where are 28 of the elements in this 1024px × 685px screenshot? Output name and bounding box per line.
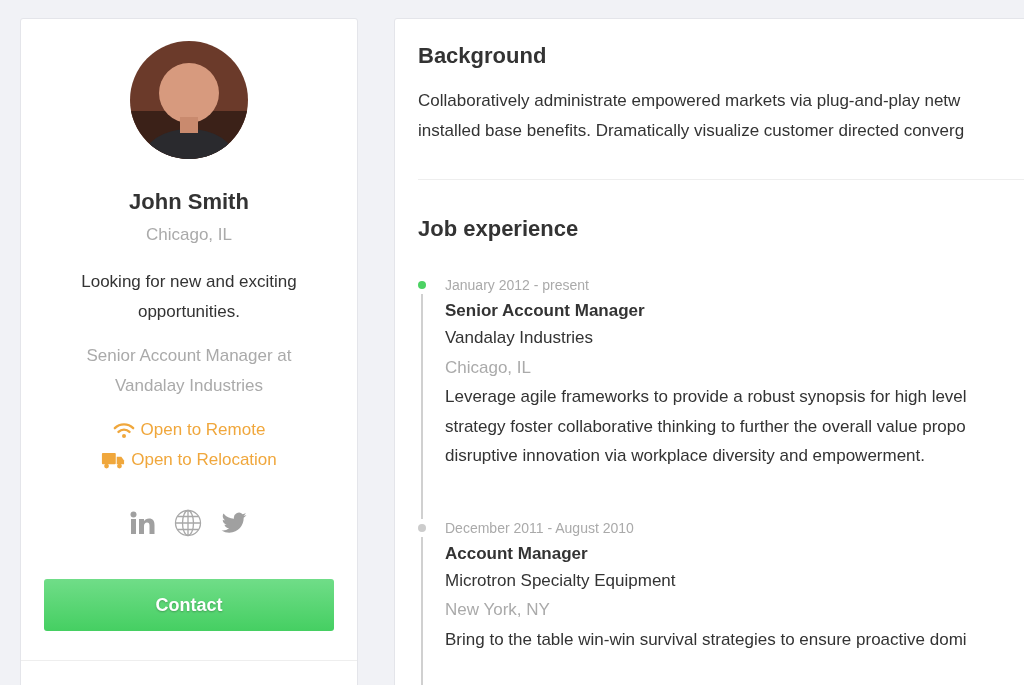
body-text: Bring to the table win-win survival strategies to ensure proactive domi <box>445 628 967 651</box>
contact-button[interactable]: Contact <box>44 579 334 631</box>
section-heading: Job experience <box>418 216 580 242</box>
location-text: Chicago, IL <box>146 224 232 246</box>
body-text: Collaboratively administrate empowered markets via plug-and-play netw <box>418 90 962 112</box>
company-name: Microtron Specialty Equipment <box>445 569 677 592</box>
body-text: installed base benefits. Dramatically visualize customer directed converg <box>418 119 966 142</box>
person-name: John Smith <box>129 188 249 216</box>
body-text: strategy foster collaborative thinking to further the overall value propo <box>445 415 967 438</box>
job-title: Account Manager <box>445 542 589 565</box>
job-title: Senior Account Manager <box>445 300 646 322</box>
location-text: Chicago, IL <box>445 356 532 379</box>
truck-icon <box>101 451 126 469</box>
location-text: New York, NY <box>445 599 551 621</box>
body-text: disruptive innovation via workplace diversity and empowerment. <box>445 445 926 467</box>
date-range: December 2011 - August 2010 <box>445 518 635 537</box>
wifi-icon <box>112 421 135 439</box>
preference-label: Open to Relocation <box>131 450 277 470</box>
preference-label: Open to Remote <box>140 420 266 440</box>
section-heading: Background <box>418 43 548 69</box>
bird-icon[interactable] <box>220 511 248 535</box>
position-text: Senior Account Manager at Vandalay Industries <box>85 345 293 397</box>
linkedin-icon[interactable] <box>130 511 156 535</box>
company-name: Vandalay Industries <box>445 327 595 349</box>
globe-icon[interactable] <box>174 509 202 537</box>
date-range: January 2012 - present <box>445 276 590 294</box>
body-text: Leverage agile frameworks to provide a robust synopsis for high level <box>445 386 967 408</box>
tagline-text: Looking for new and exciting opportunities. <box>80 271 298 323</box>
